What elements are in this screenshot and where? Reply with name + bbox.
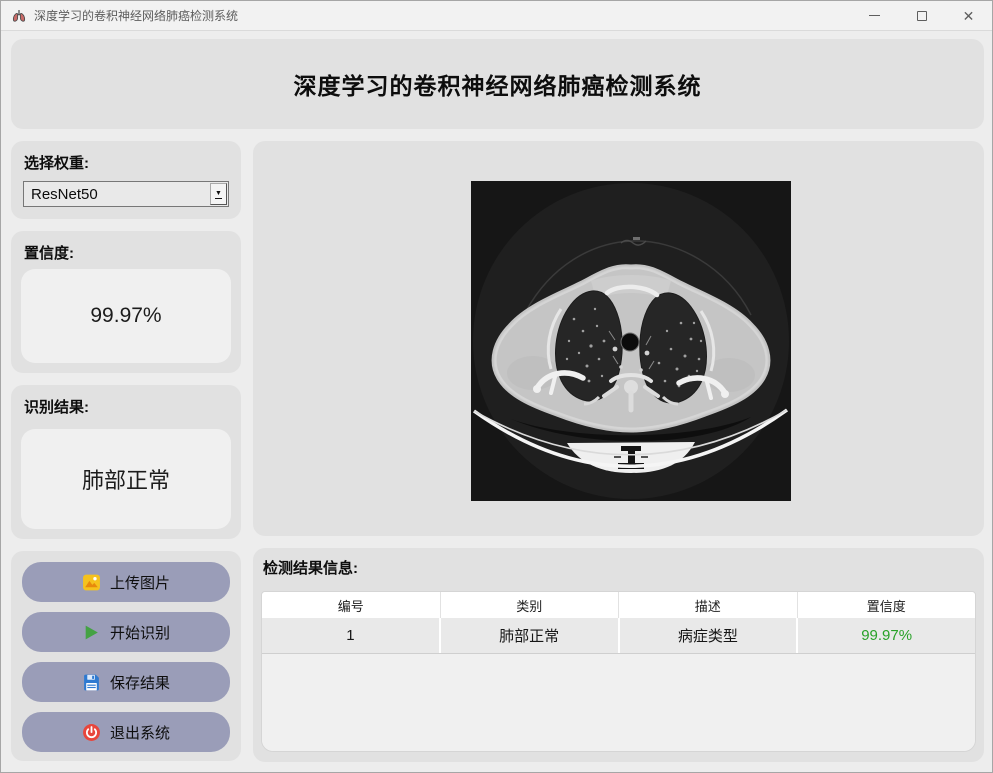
col-header-id: 编号 <box>262 592 441 618</box>
col-header-description: 描述 <box>619 592 798 618</box>
image-upload-icon <box>82 573 101 592</box>
confidence-value: 99.97% <box>21 269 231 363</box>
titlebar: 深度学习的卷积神经网络肺癌检测系统 ✕ <box>1 1 992 31</box>
cell-confidence: 99.97% <box>798 618 975 653</box>
save-results-button[interactable]: 保存结果 <box>22 662 230 702</box>
col-header-confidence: 置信度 <box>798 592 976 618</box>
weight-section: 选择权重: ResNet50 ▼ <box>11 141 241 219</box>
play-icon <box>82 623 101 642</box>
results-table: 编号 类别 描述 置信度 1 肺部正常 病症类型 99.97% <box>261 591 976 752</box>
chevron-down-icon: ▼ <box>215 190 222 199</box>
confidence-section: 置信度: 99.97% <box>11 231 241 373</box>
app-window: 深度学习的卷积神经网络肺癌检测系统 ✕ 深度学习的卷积神经网络肺癌检测系统 选择… <box>0 0 993 773</box>
page-title: 深度学习的卷积神经网络肺癌检测系统 <box>294 67 702 101</box>
cell-description: 病症类型 <box>620 618 799 653</box>
image-panel <box>253 141 984 536</box>
window-title: 深度学习的卷积神经网络肺癌检测系统 <box>34 7 238 24</box>
table-header-row: 编号 类别 描述 置信度 <box>262 592 975 618</box>
power-icon <box>82 723 101 742</box>
save-results-label: 保存结果 <box>110 672 170 693</box>
maximize-button[interactable] <box>898 1 945 30</box>
cell-category: 肺部正常 <box>441 618 620 653</box>
results-panel: 检测结果信息: 编号 类别 描述 置信度 1 肺部正常 病症类型 99.97% <box>253 548 984 762</box>
close-icon: ✕ <box>963 9 975 23</box>
combo-dropdown-button[interactable]: ▼ <box>210 183 227 205</box>
confidence-section-label: 置信度: <box>24 242 74 263</box>
minimize-icon <box>869 15 880 16</box>
weight-select-value: ResNet50 <box>31 186 98 203</box>
close-button[interactable]: ✕ <box>945 1 992 30</box>
exit-system-button[interactable]: 退出系统 <box>22 712 230 752</box>
window-controls: ✕ <box>851 1 992 30</box>
table-row[interactable]: 1 肺部正常 病症类型 99.97% <box>262 618 975 654</box>
start-recognition-label: 开始识别 <box>110 622 170 643</box>
maximize-icon <box>917 11 927 21</box>
actions-section: 上传图片 开始识别 保存结果 <box>11 551 241 761</box>
minimize-button[interactable] <box>851 1 898 30</box>
col-header-category: 类别 <box>441 592 620 618</box>
result-value: 肺部正常 <box>21 429 231 529</box>
upload-image-button[interactable]: 上传图片 <box>22 562 230 602</box>
upload-image-label: 上传图片 <box>110 572 170 593</box>
ct-scan-image <box>471 181 791 501</box>
header-banner: 深度学习的卷积神经网络肺癌检测系统 <box>11 39 984 129</box>
result-section-label: 识别结果: <box>24 396 89 417</box>
results-panel-label: 检测结果信息: <box>263 557 358 578</box>
table-empty-area <box>262 654 975 751</box>
lungs-app-icon <box>11 8 27 24</box>
cell-id: 1 <box>262 618 441 653</box>
exit-system-label: 退出系统 <box>110 722 170 743</box>
result-section: 识别结果: 肺部正常 <box>11 385 241 539</box>
weight-select[interactable]: ResNet50 ▼ <box>23 181 229 207</box>
weight-section-label: 选择权重: <box>24 152 89 173</box>
save-icon <box>82 673 101 692</box>
start-recognition-button[interactable]: 开始识别 <box>22 612 230 652</box>
